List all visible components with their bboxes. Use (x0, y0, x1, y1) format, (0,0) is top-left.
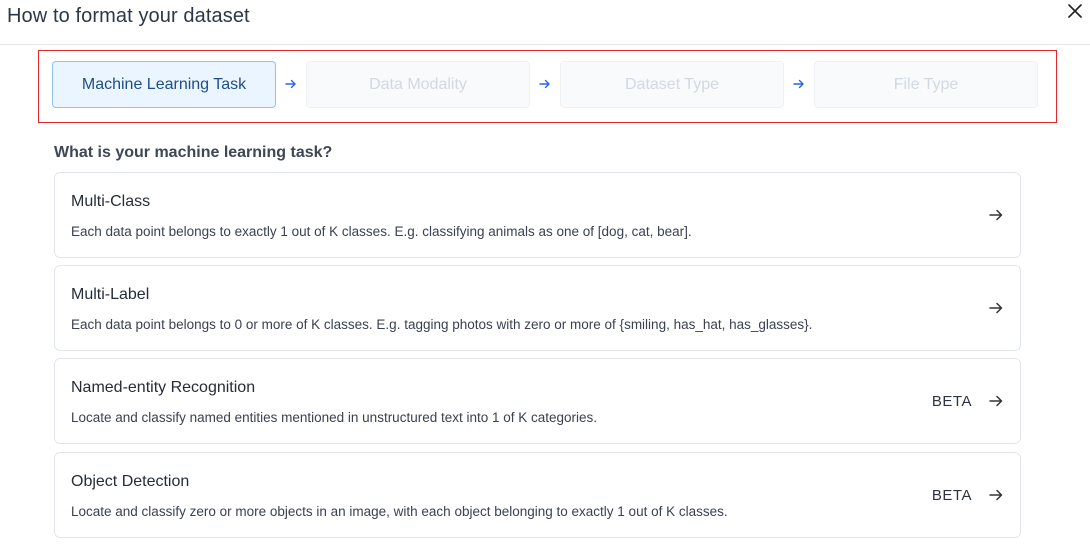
task-description: Locate and classify named entities menti… (71, 410, 598, 425)
task-card-actions (988, 173, 1004, 257)
dialog-title: How to format your dataset (7, 5, 250, 27)
task-description: Each data point belongs to exactly 1 out… (71, 224, 692, 239)
task-title: Object Detection (71, 473, 190, 490)
step-dataset-type[interactable]: Dataset Type (560, 61, 784, 108)
step-arrow-icon (539, 79, 550, 89)
task-card-object-detection[interactable]: Object Detection Locate and classify zer… (54, 452, 1021, 538)
step-arrow-icon (285, 79, 296, 89)
task-card-named-entity-recognition[interactable]: Named-entity Recognition Locate and clas… (54, 358, 1021, 444)
task-question: What is your machine learning task? (54, 144, 333, 161)
step-machine-learning-task[interactable]: Machine Learning Task (52, 61, 276, 108)
step-data-modality[interactable]: Data Modality (306, 61, 530, 108)
step-label: Data Modality (369, 75, 467, 93)
step-label: Dataset Type (625, 75, 719, 93)
step-label: Machine Learning Task (81, 75, 247, 93)
dialog-header: How to format your dataset (0, 0, 1090, 45)
beta-badge: BETA (931, 486, 972, 504)
arrow-right-icon (989, 489, 1003, 501)
task-card-actions: BETA (932, 359, 1004, 443)
task-description: Each data point belongs to 0 or more of … (71, 317, 813, 332)
arrow-right-icon (989, 302, 1003, 314)
close-button[interactable] (1064, 0, 1086, 22)
task-card-actions: BETA (932, 453, 1004, 537)
beta-badge: BETA (931, 392, 972, 410)
arrow-right-icon (989, 395, 1003, 407)
task-title: Multi-Class (71, 193, 151, 210)
step-file-type[interactable]: File Type (814, 61, 1038, 108)
task-title: Named-entity Recognition (71, 379, 256, 396)
task-card-actions (988, 266, 1004, 350)
step-arrow-icon (793, 79, 804, 89)
task-title: Multi-Label (71, 286, 150, 303)
task-description: Locate and classify zero or more objects… (71, 504, 728, 519)
close-icon (1068, 4, 1082, 18)
task-card-multi-label[interactable]: Multi-Label Each data point belongs to 0… (54, 265, 1021, 351)
task-card-multi-class[interactable]: Multi-Class Each data point belongs to e… (54, 172, 1021, 258)
step-label: File Type (893, 75, 959, 93)
arrow-right-icon (989, 209, 1003, 221)
